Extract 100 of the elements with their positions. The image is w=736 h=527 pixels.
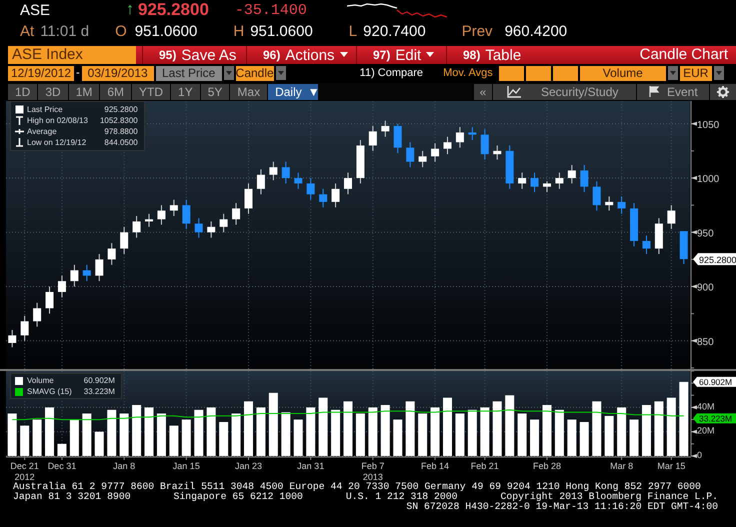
period-tab[interactable]: 1M bbox=[68, 84, 100, 100]
settings-button[interactable] bbox=[710, 84, 736, 100]
volume-bar bbox=[344, 401, 352, 456]
rising-candle bbox=[46, 286, 54, 314]
rising-candle bbox=[95, 254, 104, 282]
menu-button[interactable]: 97) Edit bbox=[356, 46, 446, 64]
menu-button[interactable]: 96) Actions bbox=[246, 46, 356, 64]
volume-bar bbox=[107, 410, 116, 456]
falling-candle bbox=[82, 264, 91, 282]
prev-label: Prev bbox=[462, 22, 493, 40]
rising-candle bbox=[170, 199, 178, 216]
rising-candle bbox=[381, 120, 390, 138]
legend-value: 33.223M bbox=[84, 386, 115, 397]
date-label: Jan 8 bbox=[113, 461, 136, 471]
legend-label: SMAVG (15) bbox=[27, 386, 72, 397]
caret-icon[interactable] bbox=[224, 66, 234, 80]
volume-bar bbox=[604, 416, 614, 456]
falling-candle bbox=[580, 164, 588, 193]
quote-time: 11:01 d bbox=[40, 22, 90, 40]
open-price: 951.0600 bbox=[134, 22, 198, 40]
rising-candle bbox=[70, 264, 78, 288]
date-label: Feb 14 bbox=[421, 461, 450, 471]
moving-average-field[interactable] bbox=[526, 66, 551, 80]
price-change: -35.1400 bbox=[234, 2, 307, 18]
volume-bar bbox=[32, 420, 42, 456]
volume-bar bbox=[406, 401, 415, 456]
footer-text: U.S. 1 212 318 2000 bbox=[346, 492, 458, 502]
rising-candle bbox=[431, 142, 440, 162]
prev-price: 960.4200 bbox=[504, 22, 568, 40]
low-marker-icon bbox=[15, 138, 24, 147]
volume-tag: 60.902M bbox=[693, 376, 736, 387]
date-separator: - bbox=[76, 67, 80, 79]
rising-candle bbox=[518, 172, 526, 190]
rising-candle bbox=[145, 213, 154, 228]
currency-dropdown[interactable]: EUR bbox=[680, 66, 712, 80]
legend-value: 844.0500 bbox=[103, 137, 138, 148]
security-field[interactable]: ASE Index bbox=[8, 46, 136, 64]
security-study-button[interactable]: Security/Study bbox=[493, 84, 636, 100]
rising-candle bbox=[368, 125, 377, 152]
caret-icon[interactable] bbox=[668, 66, 678, 80]
date-label: Mar 15 bbox=[657, 461, 686, 471]
price-field-dropdown[interactable]: Last Price bbox=[156, 66, 222, 80]
rising-candle bbox=[220, 213, 228, 233]
rising-candle bbox=[332, 182, 340, 208]
date-label: Dec 31 bbox=[48, 461, 76, 471]
volume-bar bbox=[206, 407, 216, 456]
rising-candle bbox=[20, 315, 29, 342]
moving-averages-label: Mov. Avgs bbox=[443, 67, 493, 79]
period-tab[interactable]: 5Y bbox=[200, 84, 230, 100]
volume-bar bbox=[132, 405, 142, 456]
end-date-field[interactable]: 03/19/2013 bbox=[82, 66, 154, 80]
legend-label: Average bbox=[27, 126, 58, 137]
moving-average-field[interactable] bbox=[498, 66, 524, 80]
legend-value: 60.902M bbox=[84, 375, 115, 386]
falling-candle bbox=[530, 172, 539, 193]
date-label: Feb 7 bbox=[361, 461, 384, 471]
event-button[interactable]: Event bbox=[637, 84, 709, 100]
menu-button[interactable]: 95) Save As bbox=[142, 46, 246, 64]
falling-candle bbox=[630, 202, 638, 247]
start-date-field[interactable]: 12/19/2012 bbox=[8, 66, 74, 80]
volume-bar bbox=[418, 414, 428, 456]
legend-label: High on 02/08/13 bbox=[27, 115, 88, 126]
legend-value: 1052.8300 bbox=[100, 115, 138, 126]
frequency-dropdown[interactable]: Daily ▼ bbox=[268, 84, 318, 100]
period-tab[interactable]: 1Y bbox=[171, 84, 200, 100]
period-tab[interactable]: 3D bbox=[38, 84, 68, 100]
axis-label: 1000 bbox=[697, 174, 720, 186]
last-price-tag: 925.2800 bbox=[693, 253, 736, 266]
moving-average-field[interactable] bbox=[552, 66, 578, 80]
rising-candle bbox=[120, 226, 128, 254]
rising-candle bbox=[244, 182, 252, 214]
volume-bar bbox=[592, 401, 602, 456]
caret-icon[interactable] bbox=[276, 66, 286, 80]
period-tab[interactable]: 6M bbox=[100, 84, 132, 100]
average-tag: 33.223M bbox=[693, 413, 736, 424]
period-tab[interactable]: Max bbox=[230, 84, 268, 100]
average-marker-icon bbox=[15, 127, 24, 136]
date-label: Mar 8 bbox=[610, 461, 634, 471]
footer-text: Australia 61 2 9777 8600 Brazil 5511 3048 4500 Europe 44 20 7330 7500 Germany 49 69 9204 1210 Hong Kong 852 2977 6000 bbox=[13, 482, 701, 492]
volume-dropdown[interactable]: Volume bbox=[580, 66, 666, 80]
high-price: 951.0600 bbox=[250, 22, 313, 40]
period-tab[interactable]: 1D bbox=[8, 84, 38, 100]
period-tab[interactable]: YTD bbox=[132, 84, 170, 100]
rising-candle bbox=[356, 140, 364, 184]
chart-style-dropdown[interactable]: Candle bbox=[236, 66, 274, 80]
menu-button[interactable]: 98) Table bbox=[446, 46, 546, 64]
rising-candle bbox=[456, 126, 464, 148]
date-label: Feb 28 bbox=[532, 461, 561, 471]
volume-bar bbox=[393, 420, 402, 456]
falling-candle bbox=[618, 196, 626, 214]
volume-bar bbox=[318, 398, 328, 456]
legend-value: 925.2800 bbox=[103, 104, 138, 115]
compare-button[interactable]: 11) Compare bbox=[360, 67, 424, 79]
footer-text: Singapore 65 6212 1000 bbox=[174, 492, 303, 502]
open-label: O bbox=[115, 22, 127, 40]
collapse-button[interactable]: « bbox=[474, 84, 492, 100]
axis-label: 900 bbox=[697, 282, 714, 294]
caret-icon[interactable] bbox=[714, 66, 724, 80]
year-label: 2013 bbox=[362, 472, 383, 481]
date-label: Jan 23 bbox=[235, 461, 262, 471]
